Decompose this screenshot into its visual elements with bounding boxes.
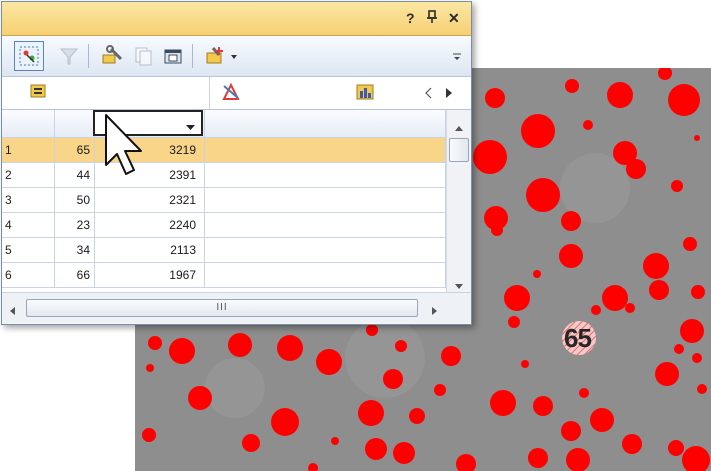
panel-titlebar[interactable]: ? ✕	[2, 2, 471, 36]
scroll-down-icon[interactable]	[455, 278, 463, 292]
results-table: 1 65 3219 2 44 2391 3 50 2321 4 23 2240 5 34 2113 6 66 19…	[2, 110, 446, 292]
horizontal-scroll-thumb[interactable]: III	[26, 299, 418, 317]
panel-toolbar	[2, 36, 471, 77]
vertical-scrollbar[interactable]	[446, 110, 471, 292]
table-cell[interactable]: 2240	[95, 213, 205, 238]
chart-settings-icon[interactable]	[218, 79, 244, 105]
table-row[interactable]: 2 44 2391	[2, 163, 446, 188]
table-cell[interactable]	[205, 213, 446, 238]
table-row[interactable]: 1 65 3219	[2, 138, 446, 163]
subbar-divider	[209, 77, 210, 109]
highlighted-particle-label: 65	[564, 323, 592, 353]
export-icon[interactable]	[158, 41, 188, 71]
table-cell[interactable]: 44	[55, 163, 95, 188]
toolbar-separator	[192, 44, 193, 68]
pin-icon[interactable]	[426, 10, 438, 27]
table-cell[interactable]	[205, 163, 446, 188]
row-index[interactable]: 4	[2, 213, 55, 238]
table-row[interactable]: 6 66 1967	[2, 263, 446, 288]
table-row[interactable]: 4 23 2240	[2, 213, 446, 238]
table-cell[interactable]: 50	[55, 188, 95, 213]
histogram-icon[interactable]	[352, 79, 378, 105]
table-cell[interactable]: 34	[55, 238, 95, 263]
results-panel: ? ✕ 1 65 3219 2 44 2391 3 50 2321 4 23 2…	[1, 1, 472, 325]
row-header-corner	[2, 110, 55, 138]
row-index[interactable]: 1	[2, 138, 55, 163]
table-cell[interactable]: 66	[55, 263, 95, 288]
table-row[interactable]: 5 34 2113	[2, 238, 446, 263]
table-cell[interactable]	[205, 263, 446, 288]
copy-icon[interactable]	[128, 41, 158, 71]
row-index[interactable]: 5	[2, 238, 55, 263]
vertical-scroll-thumb[interactable]	[449, 138, 469, 162]
table-cell[interactable]: 1967	[95, 263, 205, 288]
table-cell[interactable]: 2113	[95, 238, 205, 263]
measure-wrench-icon[interactable]	[98, 41, 128, 71]
table-cell[interactable]	[205, 238, 446, 263]
filter-icon[interactable]	[54, 41, 84, 71]
table-cell[interactable]: 2321	[95, 188, 205, 213]
select-region-icon[interactable]	[14, 41, 44, 71]
chevron-down-icon	[186, 120, 195, 134]
close-button[interactable]: ✕	[448, 10, 460, 27]
horizontal-scrollbar[interactable]: III	[2, 292, 471, 323]
scroll-right-icon[interactable]	[445, 87, 453, 102]
row-index[interactable]: 6	[2, 263, 55, 288]
table-cell[interactable]	[205, 188, 446, 213]
help-button[interactable]: ?	[406, 10, 415, 26]
table-row[interactable]: 3 50 2321	[2, 188, 446, 213]
scroll-left-arrow-icon[interactable]	[10, 304, 15, 318]
scroll-up-icon[interactable]	[455, 120, 463, 134]
column-header[interactable]	[205, 110, 446, 138]
add-measurement-icon[interactable]	[202, 41, 244, 71]
layers-icon[interactable]	[26, 79, 52, 105]
overflow-chevron-icon[interactable]	[448, 41, 466, 71]
mouse-pointer-icon	[104, 113, 146, 180]
table-cell[interactable]: 65	[55, 138, 95, 163]
scroll-left-icon[interactable]	[424, 87, 432, 102]
column-header[interactable]	[55, 110, 95, 138]
row-index[interactable]: 3	[2, 188, 55, 213]
table-cell[interactable]: 23	[55, 213, 95, 238]
grid-options-bar	[2, 77, 471, 110]
row-index[interactable]: 2	[2, 163, 55, 188]
scroll-right-arrow-icon[interactable]	[432, 304, 437, 318]
table-cell[interactable]	[205, 138, 446, 163]
toolbar-separator	[88, 44, 89, 68]
